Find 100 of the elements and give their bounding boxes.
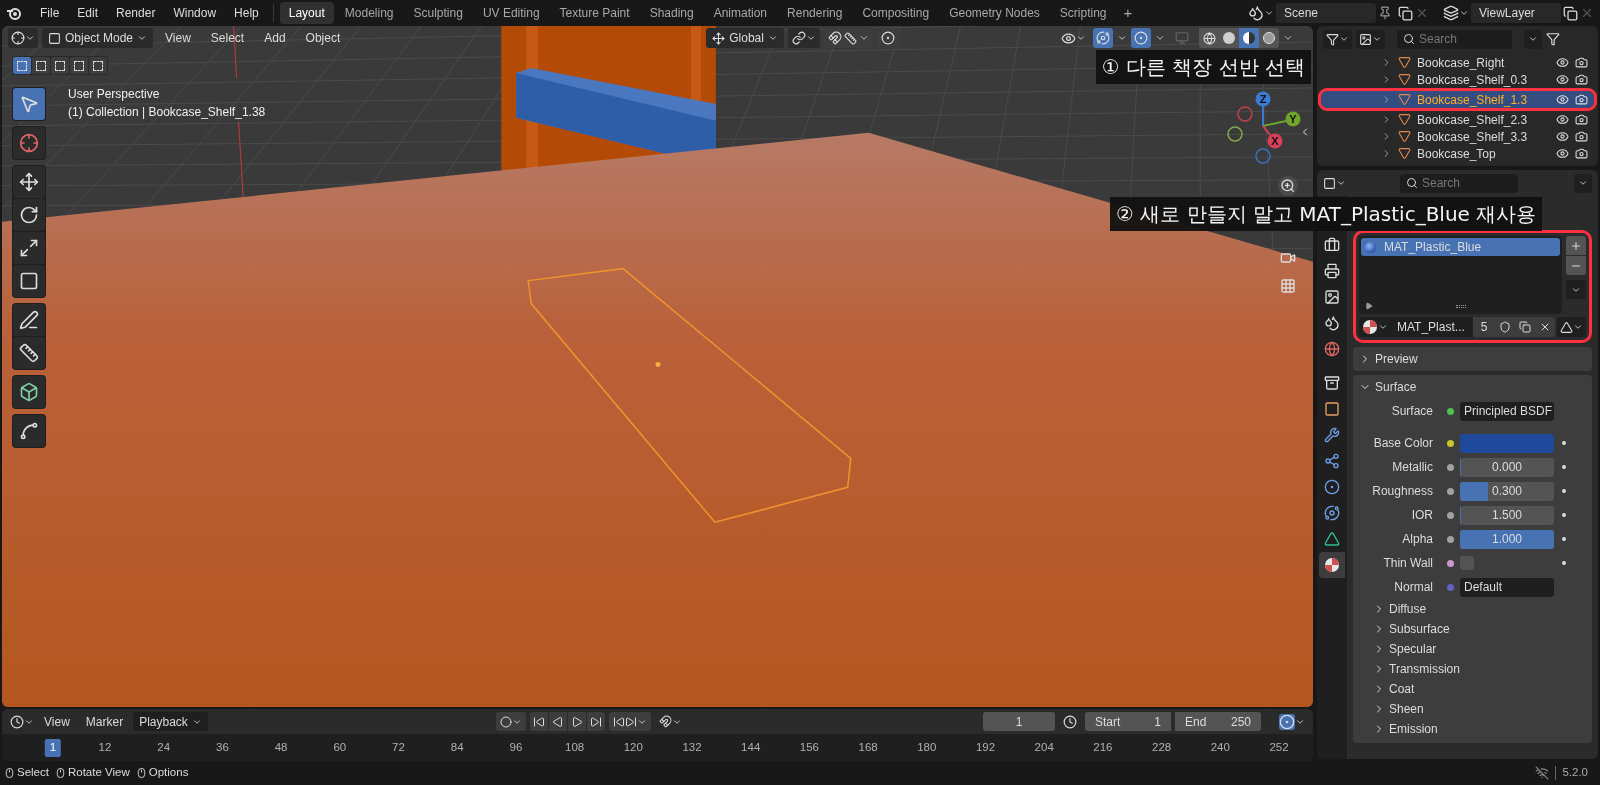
workspace-tab[interactable]: Compositing: [853, 2, 939, 24]
subpanel-header[interactable]: Subsurface: [1353, 619, 1592, 639]
frame-number[interactable]: 168: [853, 739, 883, 757]
menu-item[interactable]: Render: [108, 2, 164, 24]
orientation-dropdown[interactable]: Global: [706, 28, 784, 48]
workspace-tab[interactable]: Texture Paint: [550, 2, 639, 24]
axis-label: Z: [1259, 93, 1267, 105]
frame-number[interactable]: 252: [1264, 739, 1294, 757]
property-label: Thin Wall: [1382, 555, 1434, 572]
frame-number[interactable]: 240: [1205, 739, 1235, 757]
number-slider[interactable]: 1.000: [1460, 529, 1554, 549]
subpanel-header[interactable]: Diffuse: [1353, 599, 1592, 619]
frame-number[interactable]: 192: [970, 739, 1001, 757]
menu-item[interactable]: Object: [297, 28, 349, 48]
frame-number[interactable]: 84: [445, 739, 469, 757]
add-workspace-button[interactable]: +: [1117, 2, 1139, 24]
workspace-tab[interactable]: Layout: [279, 2, 334, 24]
active-object-info: (1) Collection | Bookcase_Shelf_1.38: [68, 104, 266, 121]
workspace-tab[interactable]: Rendering: [778, 2, 852, 24]
number-slider[interactable]: 0.000: [1460, 457, 1554, 477]
annotation-label: ① 다른 책장 선반 선택: [1095, 50, 1311, 84]
frame-number[interactable]: 144: [736, 739, 766, 757]
frame-number[interactable]: 12: [93, 739, 117, 757]
subpanel-header[interactable]: Coat: [1353, 679, 1592, 699]
frame-number[interactable]: 228: [1147, 739, 1177, 757]
frame-number[interactable]: 132: [677, 739, 707, 757]
subpanel-header[interactable]: Specular: [1353, 639, 1592, 659]
view-layer-field[interactable]: ViewLayer: [1471, 3, 1561, 23]
start-frame-field[interactable]: Start 1: [1085, 712, 1171, 731]
workspace-tab[interactable]: Scripting: [1050, 2, 1116, 24]
property-label: Normal: [1393, 579, 1434, 596]
axis-gizmo[interactable]: Z Y X: [1224, 88, 1313, 168]
menu-item[interactable]: Marker: [79, 712, 130, 731]
menu-item[interactable]: View: [157, 28, 199, 48]
panel-header[interactable]: Surface: [1353, 375, 1592, 399]
frame-number[interactable]: 72: [387, 739, 410, 757]
user-count: 5: [1473, 317, 1495, 337]
view-name: User Perspective: [68, 86, 161, 103]
workspace-tab[interactable]: Geometry Nodes: [940, 2, 1049, 24]
property-label: Metallic: [1391, 459, 1434, 476]
menu-item[interactable]: Add: [256, 28, 294, 48]
number-slider[interactable]: 1.500: [1460, 505, 1554, 525]
status-hint: Options: [148, 765, 189, 781]
axis-label: X: [1271, 135, 1279, 147]
subpanel-header[interactable]: Transmission: [1353, 659, 1592, 679]
menu-item[interactable]: Help: [226, 2, 267, 24]
material-slot[interactable]: MAT_Plastic_Blue: [1361, 238, 1560, 256]
outliner-row[interactable]: Bookcase_Shelf_0.3: [1321, 71, 1594, 88]
menu-item[interactable]: Edit: [69, 2, 107, 24]
search-field[interactable]: Search: [1400, 173, 1518, 193]
frame-number[interactable]: 204: [1029, 739, 1059, 757]
search-field[interactable]: Search: [1397, 29, 1512, 49]
frame-number[interactable]: 156: [794, 739, 824, 757]
workspace-tab[interactable]: Animation: [704, 2, 777, 24]
status-hint: Rotate View: [67, 765, 130, 781]
version-label: 5.2.0: [1562, 765, 1588, 781]
scene-field[interactable]: Scene: [1276, 3, 1376, 23]
outliner-row[interactable]: Bookcase_Shelf_3.3: [1321, 128, 1594, 145]
frame-number[interactable]: 180: [912, 739, 942, 757]
frame-number[interactable]: 108: [560, 739, 590, 757]
subpanel-header[interactable]: Emission: [1353, 719, 1592, 739]
outliner-row[interactable]: Bookcase_Shelf_2.3: [1321, 111, 1594, 128]
property-label: IOR: [1410, 507, 1434, 524]
property-label: Alpha: [1401, 531, 1434, 548]
subpanel-header[interactable]: Sheen: [1353, 699, 1592, 719]
menu-item[interactable]: Window: [165, 2, 225, 24]
field-label: End: [1185, 713, 1207, 731]
frame-number[interactable]: 24: [152, 739, 176, 757]
frame-number[interactable]: 48: [269, 739, 293, 757]
field-value: 250: [1230, 713, 1251, 731]
workspace-tab[interactable]: Sculpting: [404, 2, 472, 24]
annotation-label: ② 새로 만들지 말고 MAT_Plastic_Blue 재사용: [1110, 197, 1543, 231]
status-hint: Select: [17, 765, 49, 781]
number-slider[interactable]: 0.300: [1460, 481, 1554, 501]
menu-item[interactable]: View: [38, 712, 76, 731]
frame-number[interactable]: 60: [328, 739, 352, 757]
end-frame-field[interactable]: End 250: [1175, 712, 1261, 731]
field-label: Start: [1095, 713, 1121, 731]
linked-node-field[interactable]: Default: [1460, 577, 1554, 597]
frame-number[interactable]: 1: [44, 739, 62, 757]
frame-number[interactable]: 36: [211, 739, 234, 757]
frame-number[interactable]: 96: [504, 739, 528, 757]
field-value: 1: [1154, 713, 1161, 731]
panel-header[interactable]: Preview: [1353, 347, 1592, 371]
material-name-field[interactable]: MAT_Plast...: [1391, 317, 1473, 337]
axis-label: Y: [1289, 113, 1297, 125]
mode-dropdown[interactable]: Object Mode: [42, 28, 154, 48]
frame-number[interactable]: 120: [618, 739, 648, 757]
playback-dropdown[interactable]: Playback: [133, 712, 208, 731]
outliner-row[interactable]: Bookcase_Right: [1321, 54, 1594, 71]
workspace-tab[interactable]: Shading: [640, 2, 703, 24]
workspace-tab[interactable]: UV Editing: [473, 2, 549, 24]
current-frame-field[interactable]: 1: [983, 712, 1055, 731]
property-label: Surface: [1390, 403, 1434, 420]
menu-item[interactable]: File: [32, 2, 68, 24]
frame-number[interactable]: 216: [1088, 739, 1118, 757]
linked-node-field[interactable]: Principled BSDF: [1460, 401, 1554, 421]
outliner-row[interactable]: Bookcase_Top: [1321, 145, 1594, 162]
outliner-row[interactable]: Bookcase_Shelf_1.3: [1321, 91, 1594, 108]
workspace-tab[interactable]: Modeling: [335, 2, 403, 24]
